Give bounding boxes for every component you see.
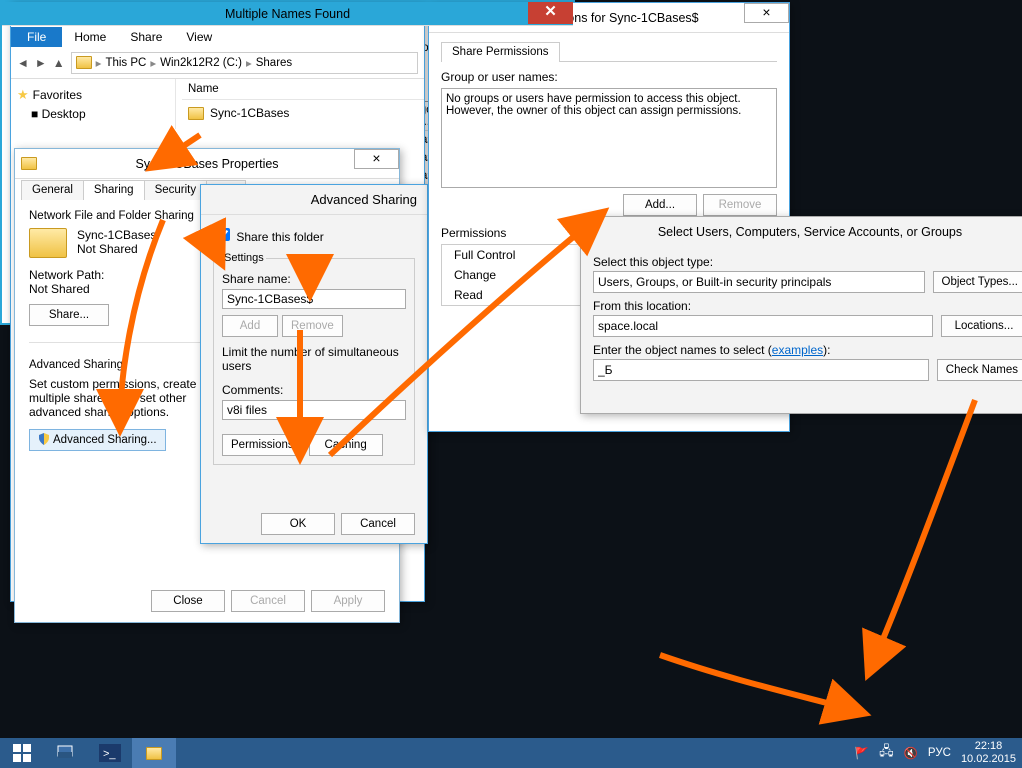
settings-label: Settings [222,252,266,264]
file-row[interactable]: Sync-1CBases [182,100,424,126]
group-list[interactable]: No groups or users have permission to ac… [441,88,777,188]
menu-view[interactable]: View [174,27,224,47]
apply-btn[interactable]: Apply [311,590,385,612]
multi-title: Multiple Names Found [225,7,350,21]
group-label: Group or user names: [441,70,777,84]
folder-icon [188,107,204,120]
tab-security[interactable]: Security [144,180,208,200]
add-button[interactable]: Add... [623,194,697,216]
share-name-label: Share name: [222,272,406,286]
cancel-btn[interactable]: Cancel [341,513,415,535]
address-bar[interactable]: ▸ This PC ▸ Win2k12R2 (C:) ▸ Shares [71,52,418,74]
remove-button[interactable]: Remove [703,194,777,216]
share-button[interactable]: Share... [29,304,109,326]
taskbar: >_ 🚩 🖧 🔇 РУС 22:1810.02.2015 [0,738,1022,768]
limit-label: Limit the number of simultaneous users [222,345,406,373]
adv-title: Advanced Sharing [201,185,427,215]
share-name-input[interactable] [222,289,406,309]
star-icon: ★ [17,87,29,102]
advanced-sharing-dialog: Advanced Sharing Share this folder Setti… [200,184,428,544]
column-name[interactable]: Name [182,79,424,100]
tab-share-perm[interactable]: Share Permissions [441,42,560,62]
file-tab[interactable]: File [11,27,62,47]
select-users-dialog: Select Users, Computers, Service Account… [580,216,1022,414]
folder-icon [21,157,37,170]
nav-back-icon[interactable]: ◄ [17,56,29,70]
loc-label: From this location: [593,299,1022,313]
breadcrumb-drive[interactable]: Win2k12R2 (C:) [160,57,242,69]
server-manager-icon[interactable] [44,738,88,768]
nav-fwd-icon[interactable]: ► [35,56,47,70]
add-share-btn[interactable]: Add [222,315,278,337]
close-button[interactable]: ✕ [528,2,573,24]
tray-lang[interactable]: РУС [928,747,951,759]
locations-btn[interactable]: Locations... [941,315,1022,337]
permissions-btn[interactable]: Permissions [222,434,303,456]
close-btn[interactable]: Close [151,590,225,612]
tray-sound-icon[interactable]: 🔇 [904,746,918,760]
nav-up-icon[interactable]: ▲ [53,56,65,70]
start-button[interactable] [0,738,44,768]
share-folder-checkbox[interactable]: Share this folder [213,230,324,244]
explorer-taskbar-icon[interactable] [132,738,176,768]
check-names-btn[interactable]: Check Names [937,359,1022,381]
selusers-title: Select Users, Computers, Service Account… [581,217,1022,247]
props-title: Sync-1CBases Properties [135,157,278,171]
share-status: Not Shared [77,242,156,256]
breadcrumb-pc[interactable]: This PC [105,57,146,69]
menu-home[interactable]: Home [62,27,118,47]
menu-share[interactable]: Share [118,27,174,47]
cancel-btn[interactable]: Cancel [231,590,305,612]
close-button[interactable]: × [354,149,399,169]
caching-btn[interactable]: Caching [309,434,383,456]
close-button[interactable]: × [744,3,789,23]
comments-label: Comments: [222,383,406,397]
comments-input[interactable] [222,400,406,420]
folder-icon [29,228,67,258]
ok-btn[interactable]: OK [261,513,335,535]
objtype-field [593,271,925,293]
tab-general[interactable]: General [21,180,84,200]
file-name: Sync-1CBases [210,106,289,120]
advanced-sharing-button[interactable]: Advanced Sharing... [29,429,166,451]
tray-clock[interactable]: 22:1810.02.2015 [961,740,1016,766]
examples-link[interactable]: examples [772,343,823,357]
nav-desktop[interactable]: Desktop [42,107,86,121]
object-types-btn[interactable]: Object Types... [933,271,1022,293]
breadcrumb-folder[interactable]: Shares [256,57,292,69]
remove-share-btn[interactable]: Remove [282,315,343,337]
shield-icon [38,433,50,445]
share-name: Sync-1CBases [77,228,156,242]
nav-favorites[interactable]: Favorites [33,88,82,102]
objtype-label: Select this object type: [593,255,1022,269]
loc-field [593,315,933,337]
enter-label: Enter the object names to select [593,343,764,357]
powershell-icon[interactable]: >_ [88,738,132,768]
adv-desc: Set custom permissions, create multiple … [29,377,199,419]
tray-flag-icon[interactable]: 🚩 [855,746,869,760]
tab-sharing[interactable]: Sharing [83,180,145,200]
folder-icon [76,56,92,69]
tray-network-icon[interactable]: 🖧 [879,742,894,764]
svg-text:>_: >_ [103,748,116,760]
objectnames-input[interactable] [593,359,929,381]
